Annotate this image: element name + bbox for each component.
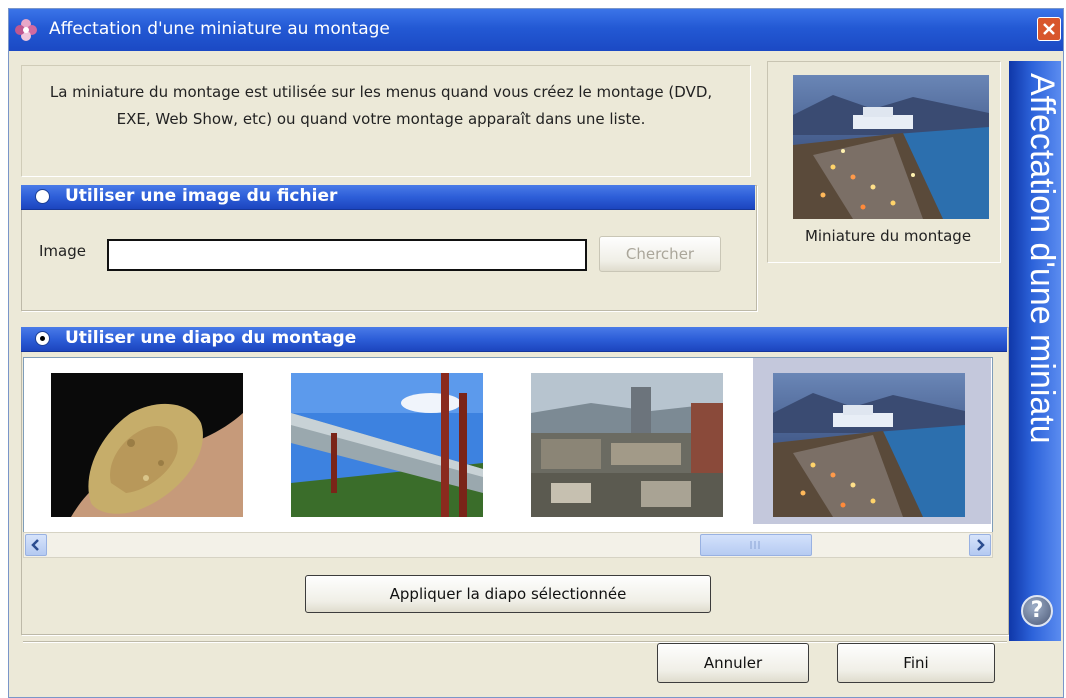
slide-thumbnail[interactable] — [51, 373, 243, 517]
side-banner: Affectation d'une miniatu — [1009, 61, 1061, 641]
close-icon — [1043, 23, 1055, 35]
image-label: Image — [39, 242, 86, 260]
slide-option-header[interactable]: Utiliser une diapo du montage — [21, 327, 1007, 352]
scroll-thumb[interactable] — [700, 534, 812, 556]
thumbnail-caption: Miniature du montage — [804, 227, 972, 245]
close-button[interactable] — [1037, 17, 1061, 41]
cancel-button[interactable]: Annuler — [657, 643, 809, 683]
slide-thumbnail[interactable] — [291, 373, 483, 517]
slide-thumbnail[interactable] — [531, 373, 723, 517]
window-title: Affectation d'une miniature au montage — [49, 19, 390, 39]
grip-icon — [750, 541, 760, 549]
description-text: La miniature du montage est utilisée sur… — [49, 83, 713, 128]
scroll-right-button[interactable] — [969, 534, 991, 556]
slide-option-radio[interactable] — [35, 331, 50, 346]
side-banner-text: Affectation d'une miniatu — [1023, 73, 1061, 444]
image-path-input[interactable] — [107, 239, 587, 271]
file-option-header[interactable]: Utiliser une image du fichier — [21, 185, 755, 210]
arrow-left-icon — [31, 539, 39, 551]
title-bar[interactable]: Affectation d'une miniature au montage — [9, 9, 1063, 51]
file-option-radio[interactable] — [35, 189, 50, 204]
help-icon[interactable]: ? — [1021, 595, 1053, 627]
file-option-label: Utiliser une image du fichier — [65, 186, 338, 206]
thumbnail-preview-image — [793, 75, 989, 219]
browse-button[interactable]: Chercher — [599, 236, 721, 272]
thumbnail-scrollbar[interactable] — [23, 532, 993, 558]
flower-app-icon — [13, 17, 39, 43]
slide-option-label: Utiliser une diapo du montage — [65, 328, 357, 348]
scroll-left-button[interactable] — [25, 534, 47, 556]
apply-slide-button[interactable]: Appliquer la diapo sélectionnée — [305, 575, 711, 613]
slide-thumbnail-selected[interactable] — [773, 373, 965, 517]
done-button[interactable]: Fini — [837, 643, 995, 683]
arrow-right-icon — [977, 539, 985, 551]
dialog-window: Affectation d'une miniature au montage L… — [8, 8, 1064, 698]
